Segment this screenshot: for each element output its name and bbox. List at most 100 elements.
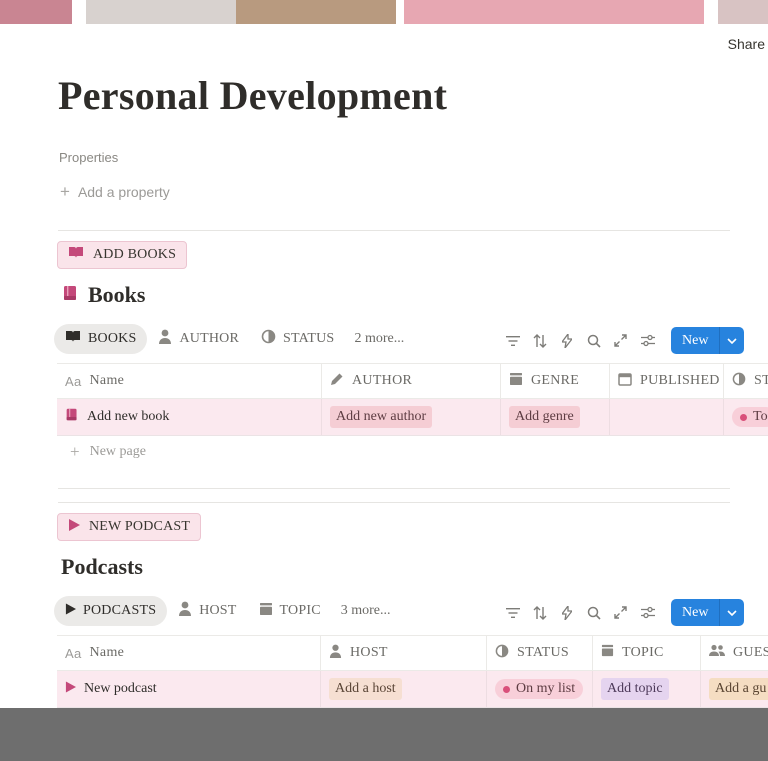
row-guest-cell[interactable]: Add a gu xyxy=(701,671,768,707)
tab-host[interactable]: HOST xyxy=(167,596,247,626)
play-icon xyxy=(68,518,80,536)
host-tag: Add a host xyxy=(329,678,402,700)
half-circle-icon xyxy=(495,644,509,663)
row-name-cell[interactable]: Add new book xyxy=(57,399,322,435)
column-header-topic[interactable]: TOPIC xyxy=(593,636,701,670)
divider xyxy=(58,488,730,489)
podcasts-heading: Podcasts xyxy=(61,554,143,579)
status-badge: To xyxy=(732,407,768,427)
filter-icon[interactable] xyxy=(503,603,522,622)
person-icon xyxy=(329,644,342,663)
page-title: Personal Development xyxy=(58,73,448,118)
calendar-icon xyxy=(618,372,632,391)
column-header-guest[interactable]: GUES xyxy=(701,636,768,670)
row-name-cell[interactable]: New podcast xyxy=(57,671,321,707)
lightning-icon[interactable] xyxy=(557,603,576,622)
plus-icon: + xyxy=(60,182,70,201)
sort-icon[interactable] xyxy=(530,603,549,622)
settings-sliders-icon[interactable] xyxy=(638,331,657,350)
column-header-name[interactable]: Aa Name xyxy=(57,364,322,398)
people-icon xyxy=(709,644,725,662)
book-icon xyxy=(65,407,79,427)
new-podcast-entry-button[interactable]: New xyxy=(671,599,745,626)
plus-icon: + xyxy=(70,442,80,461)
column-header-status[interactable]: ST xyxy=(724,364,768,398)
column-header-published[interactable]: PUBLISHED xyxy=(610,364,724,398)
tab-status[interactable]: STATUS xyxy=(250,324,345,354)
search-icon[interactable] xyxy=(584,603,603,622)
cover-image xyxy=(0,0,768,24)
person-icon xyxy=(158,329,172,349)
new-podcast-button[interactable]: NEW PODCAST xyxy=(57,513,202,541)
tab-author[interactable]: AUTHOR xyxy=(147,324,250,354)
person-icon xyxy=(178,601,192,621)
chevron-down-icon[interactable] xyxy=(719,327,745,354)
table-header: Aa Name HOST STATUS TOPIC GUES xyxy=(57,635,768,671)
play-icon xyxy=(65,603,76,620)
book-icon xyxy=(62,282,79,308)
divider xyxy=(58,502,730,503)
books-heading: Books xyxy=(62,282,145,308)
status-badge: On my list xyxy=(495,679,584,699)
column-header-name[interactable]: Aa Name xyxy=(57,636,321,670)
add-property-label: Add a property xyxy=(77,184,170,200)
add-books-button[interactable]: ADD BOOKS xyxy=(57,241,188,269)
settings-sliders-icon[interactable] xyxy=(638,603,657,622)
column-header-author[interactable]: AUTHOR xyxy=(322,364,501,398)
properties-label: Properties xyxy=(59,150,119,165)
more-views-button[interactable]: 3 more... xyxy=(332,603,400,619)
divider xyxy=(58,230,730,231)
text-icon: Aa xyxy=(65,645,82,661)
table-row[interactable]: Add new book Add new author Add genre To xyxy=(57,399,768,436)
column-header-status[interactable]: STATUS xyxy=(487,636,593,670)
expand-icon[interactable] xyxy=(611,331,630,350)
podcasts-toolbar: New xyxy=(503,599,745,626)
filter-icon[interactable] xyxy=(503,331,522,350)
author-tag: Add new author xyxy=(330,406,433,428)
column-header-host[interactable]: HOST xyxy=(321,636,487,670)
tab-books[interactable]: BOOKS xyxy=(54,324,148,354)
lightning-icon[interactable] xyxy=(557,331,576,350)
podcasts-table: Aa Name HOST STATUS TOPIC GUES New podca… xyxy=(57,635,768,708)
sort-icon[interactable] xyxy=(530,331,549,350)
books-table: Aa Name AUTHOR GENRE PUBLISHED ST Add ne… xyxy=(57,363,768,436)
expand-icon[interactable] xyxy=(611,603,630,622)
more-views-button[interactable]: 2 more... xyxy=(345,331,413,347)
status-dot xyxy=(503,685,510,693)
row-status-cell[interactable]: To xyxy=(724,399,768,435)
table-header: Aa Name AUTHOR GENRE PUBLISHED ST xyxy=(57,363,768,399)
row-published-cell[interactable] xyxy=(610,399,724,435)
topic-tag: Add topic xyxy=(601,678,669,700)
table-row[interactable]: New podcast Add a host On my list Add to… xyxy=(57,671,768,708)
search-icon[interactable] xyxy=(584,331,603,350)
open-book-icon xyxy=(65,330,81,348)
tab-podcasts[interactable]: PODCASTS xyxy=(54,596,168,626)
tab-topic[interactable]: TOPIC xyxy=(248,596,332,626)
bottom-overlay xyxy=(0,708,768,761)
stack-icon xyxy=(601,644,614,662)
half-circle-icon xyxy=(261,329,276,349)
row-genre-cell[interactable]: Add genre xyxy=(501,399,610,435)
new-book-button[interactable]: New xyxy=(671,327,745,354)
play-icon xyxy=(65,681,76,698)
books-view-tabs: BOOKS AUTHOR STATUS 2 more... xyxy=(54,324,413,354)
new-page-button[interactable]: + New page xyxy=(70,442,146,462)
row-topic-cell[interactable]: Add topic xyxy=(593,671,701,707)
row-host-cell[interactable]: Add a host xyxy=(321,671,487,707)
row-status-cell[interactable]: On my list xyxy=(487,671,593,707)
chevron-down-icon[interactable] xyxy=(719,599,745,626)
half-circle-icon xyxy=(732,372,746,391)
add-property-button[interactable]: + Add a property xyxy=(60,182,170,201)
stack-icon xyxy=(259,602,273,621)
column-header-genre[interactable]: GENRE xyxy=(501,364,610,398)
status-dot xyxy=(740,413,747,421)
open-book-icon xyxy=(68,246,84,264)
pencil-icon xyxy=(330,372,344,391)
guest-tag: Add a gu xyxy=(709,678,768,700)
genre-tag: Add genre xyxy=(509,406,580,428)
podcasts-view-tabs: PODCASTS HOST TOPIC 3 more... xyxy=(54,596,400,626)
row-author-cell[interactable]: Add new author xyxy=(322,399,501,435)
stack-icon xyxy=(509,372,523,391)
share-button[interactable]: Share xyxy=(728,36,765,52)
books-toolbar: New xyxy=(503,327,745,354)
